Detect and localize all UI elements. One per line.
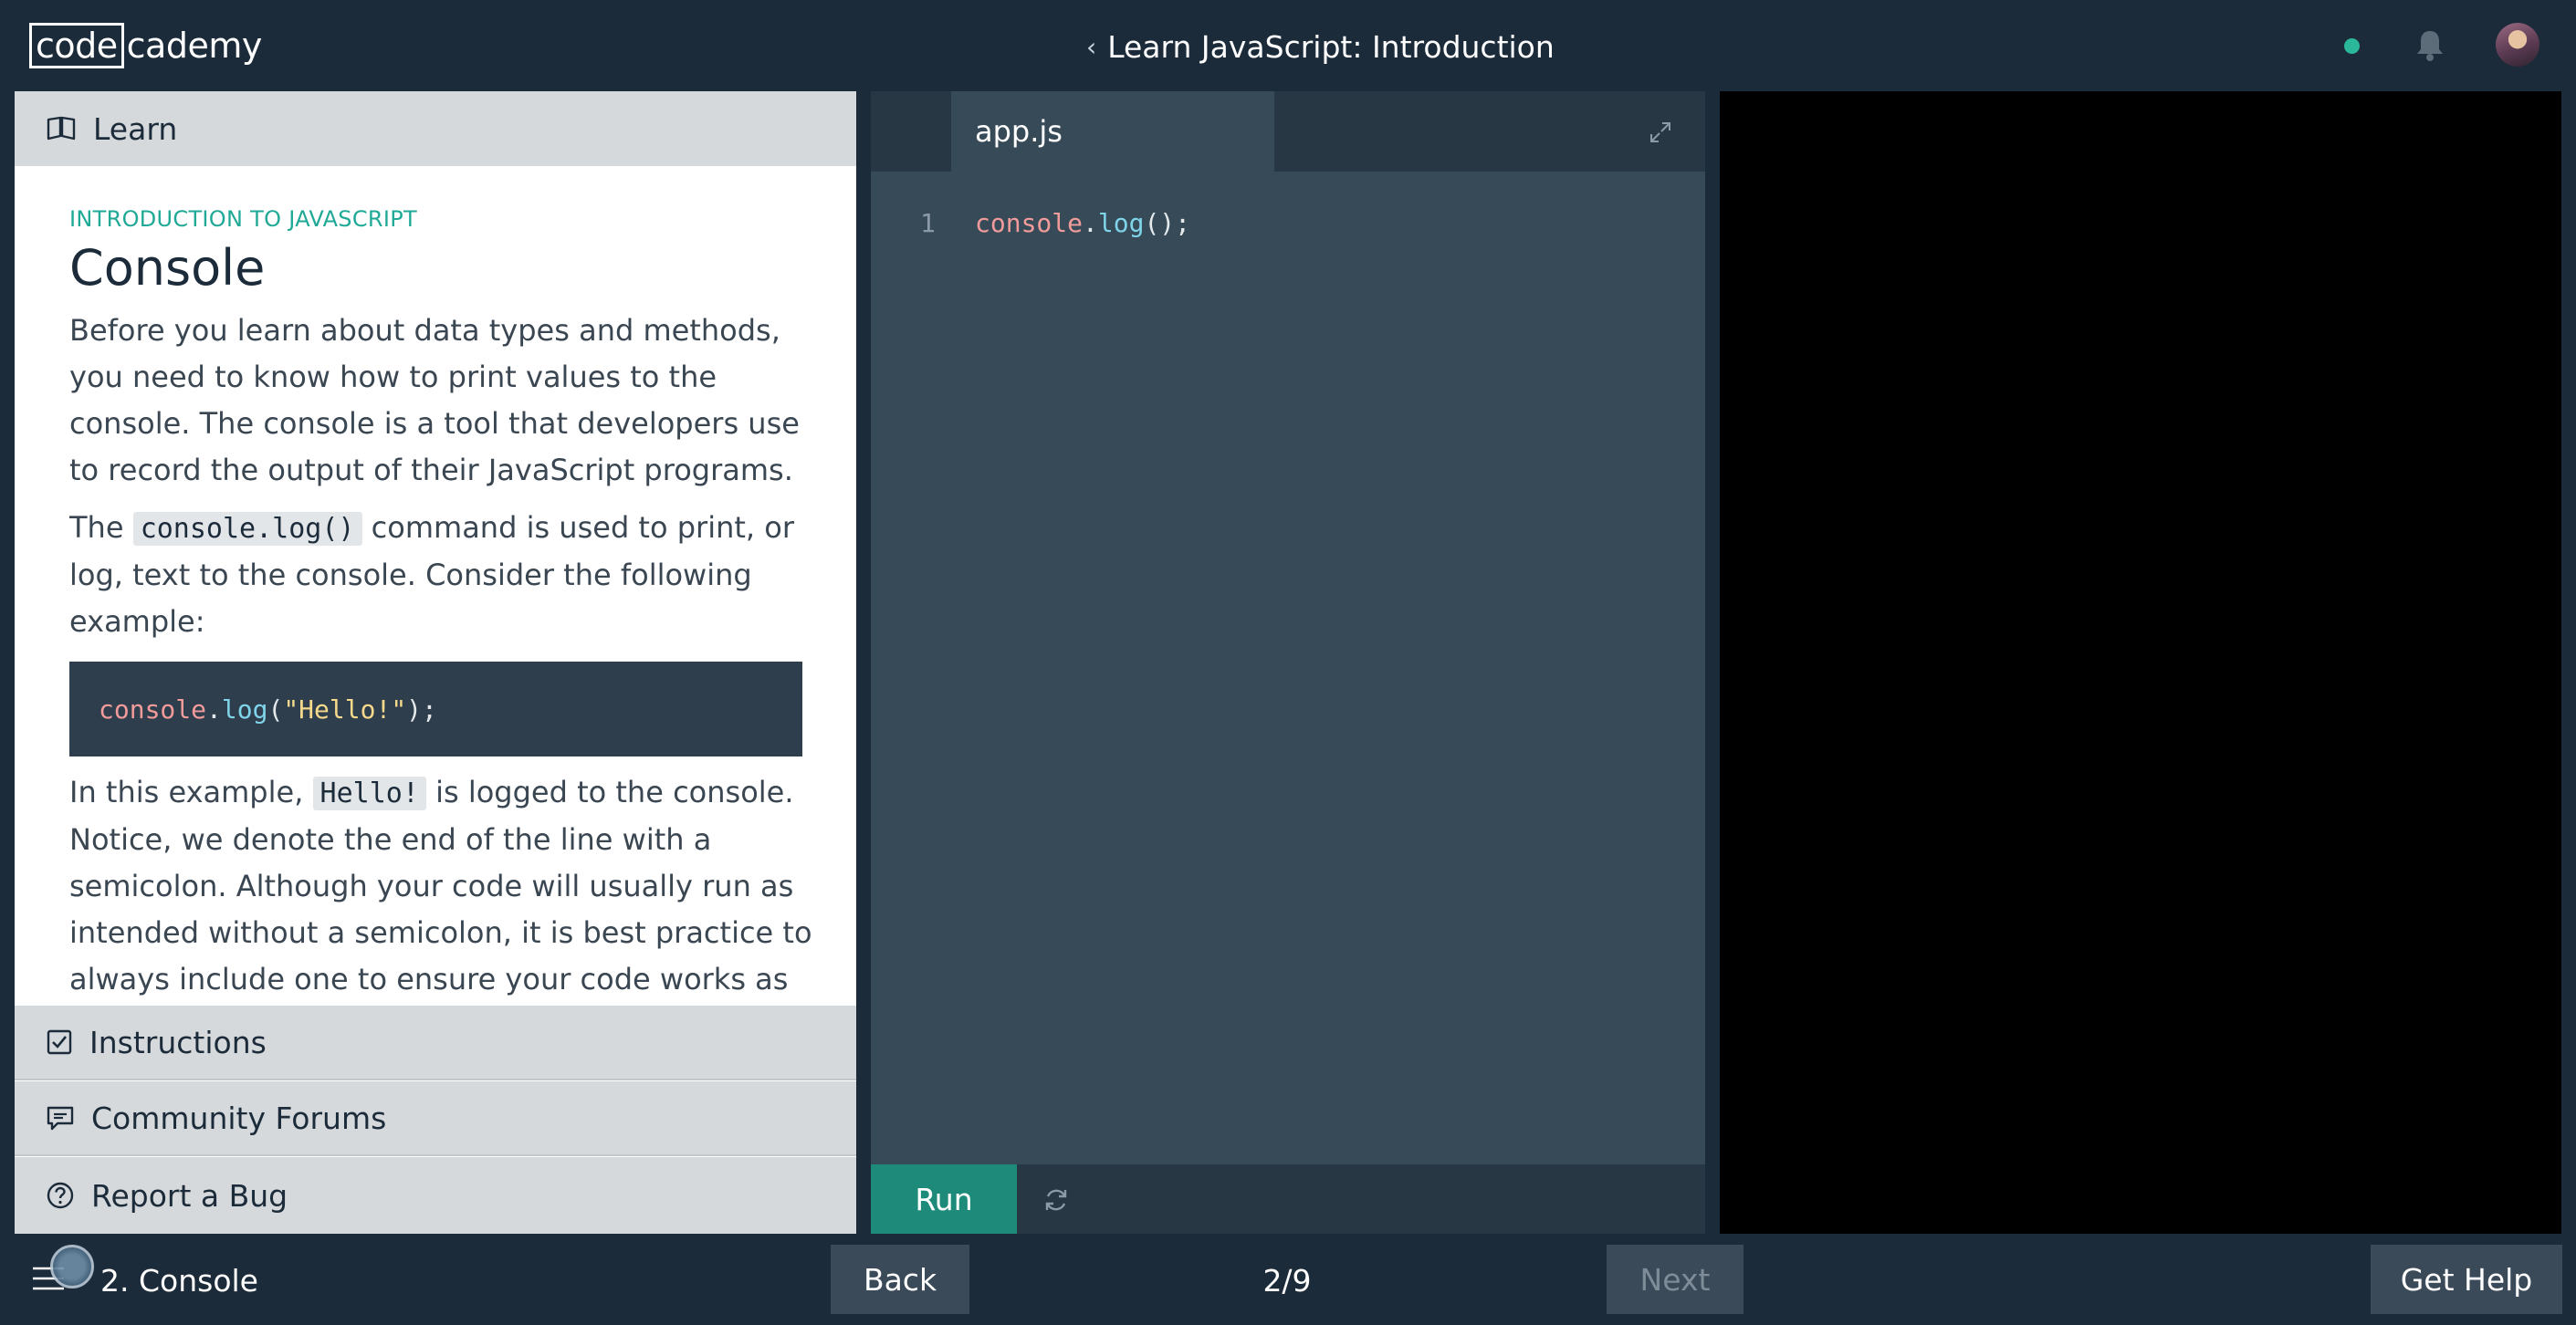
user-avatar[interactable] [2496,23,2539,67]
chevron-left-icon: ‹ [1086,31,1097,62]
tab-learn-label: Learn [93,110,178,147]
p3-text-before: In this example, [69,775,313,809]
online-status-dot [2344,38,2360,54]
book-icon [47,116,76,141]
code-line-1[interactable]: console.log(); [975,208,1190,238]
run-button[interactable]: Run [871,1164,1017,1234]
code-editor: app.js 1 console.log(); Run [871,91,1705,1234]
top-bar: code cademy ‹ Learn JavaScript: Introduc… [0,0,2576,91]
output-pane [1720,91,2561,1234]
inline-code-console-log: console.log() [132,512,362,546]
tab-instructions-label: Instructions [89,1024,267,1060]
p2-text-before: The [69,510,133,545]
tab-learn[interactable]: Learn [15,91,856,166]
code-token-close: ); [406,694,437,725]
code-token-open-paren: ( [267,694,284,725]
current-lesson-name[interactable]: 2. Console [100,1257,258,1303]
line-number: 1 [920,208,936,238]
question-icon [47,1182,74,1209]
code-text-area[interactable]: 1 console.log(); [871,172,1705,1102]
tab-bug-label: Report a Bug [91,1177,288,1214]
code-token-string: "Hello!" [283,694,407,725]
codecademy-logo[interactable]: code cademy [29,23,262,68]
tab-forums-label: Community Forums [91,1100,387,1136]
editor-token-dot: . [1083,208,1098,238]
inline-code-hello: Hello! [312,777,426,810]
code-token-object: console [99,694,207,725]
chat-icon [47,1106,74,1131]
cursor-highlight [50,1245,94,1288]
logo-cademy: cademy [126,26,263,66]
tab-community-forums[interactable]: Community Forums [15,1081,856,1156]
code-token-function: log [221,694,268,725]
bell-icon[interactable] [2414,27,2446,64]
bottom-bar: 2. Console Back 2/9 Next Get Help [0,1234,2576,1325]
editor-token-function: log [1097,208,1145,238]
get-help-button[interactable]: Get Help [2371,1245,2562,1314]
tab-instructions[interactable]: Instructions [15,1006,856,1080]
next-button[interactable]: Next [1607,1245,1744,1314]
file-tab-label: app.js [975,114,1063,149]
course-title: Learn JavaScript: Introduction [1107,28,1555,65]
lesson-paragraph-1: Before you learn about data types and me… [69,313,800,487]
course-title-link[interactable]: ‹ Learn JavaScript: Introduction [1086,24,1555,69]
lesson-progress: 2/9 [1262,1262,1312,1299]
lesson-panel: Learn INTRODUCTION TO JAVASCRIPT Console… [15,91,856,1234]
reset-icon[interactable] [1041,1184,1072,1215]
tab-report-bug[interactable]: Report a Bug [15,1157,856,1234]
editor-tab-bar: app.js [871,91,1705,172]
lesson-content: INTRODUCTION TO JAVASCRIPT Console Befor… [69,183,818,1004]
lesson-eyebrow: INTRODUCTION TO JAVASCRIPT [69,206,417,232]
editor-footer: Run [871,1164,1705,1234]
logo-code: code [29,23,124,68]
lesson-title: Console [69,239,266,297]
checkbox-icon [47,1029,72,1055]
editor-token-rest: (); [1144,208,1191,238]
back-button[interactable]: Back [831,1245,969,1314]
lesson-paragraph-3: In this example, Hello! is logged to the… [69,769,818,1004]
editor-token-object: console [975,208,1084,238]
code-token-dot: . [206,694,222,725]
lesson-paragraph-2: The console.log() command is used to pri… [69,505,818,645]
expand-icon[interactable] [1647,119,1674,146]
example-code-block: console. log("Hello!"); [69,662,802,756]
file-tab-app-js[interactable]: app.js [951,91,1274,172]
